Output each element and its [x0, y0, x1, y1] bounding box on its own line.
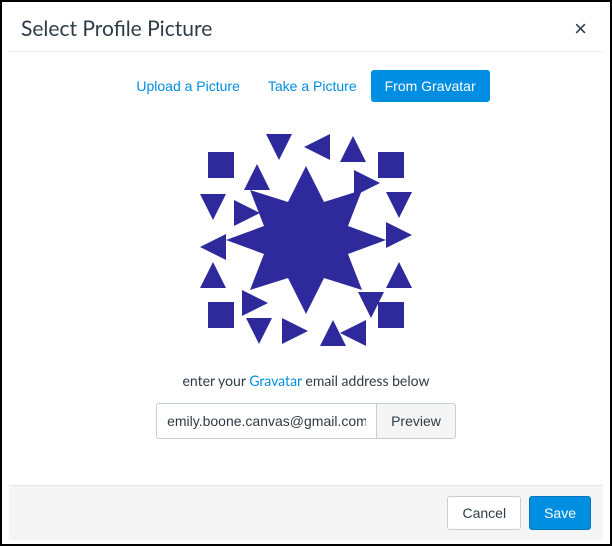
window-frame: Select Profile Picture × Upload a Pictur…: [0, 0, 612, 546]
cancel-button[interactable]: Cancel: [447, 496, 521, 530]
save-button[interactable]: Save: [529, 496, 591, 530]
close-icon[interactable]: ×: [570, 18, 591, 40]
modal-header: Select Profile Picture ×: [9, 6, 603, 47]
hint-suffix: email address below: [302, 372, 430, 389]
modal-title: Select Profile Picture: [21, 16, 212, 41]
modal-content: enter your Gravatar email address below …: [9, 102, 603, 485]
tab-take-picture[interactable]: Take a Picture: [254, 70, 371, 102]
gravatar-link[interactable]: Gravatar: [249, 372, 302, 389]
tab-upload-picture[interactable]: Upload a Picture: [122, 70, 254, 102]
gravatar-hint: enter your Gravatar email address below: [183, 372, 430, 389]
hint-prefix: enter your: [183, 372, 250, 389]
gravatar-email-input[interactable]: [156, 403, 376, 439]
gravatar-input-row: Preview: [156, 403, 456, 439]
tab-from-gravatar[interactable]: From Gravatar: [371, 70, 490, 102]
modal-footer: Cancel Save: [9, 485, 603, 540]
profile-picture-modal: Select Profile Picture × Upload a Pictur…: [9, 6, 603, 540]
tab-bar: Upload a Picture Take a Picture From Gra…: [9, 70, 603, 102]
preview-button[interactable]: Preview: [376, 403, 456, 439]
identicon-svg: [196, 130, 416, 350]
divider: [9, 51, 603, 52]
gravatar-identicon: [196, 130, 416, 350]
